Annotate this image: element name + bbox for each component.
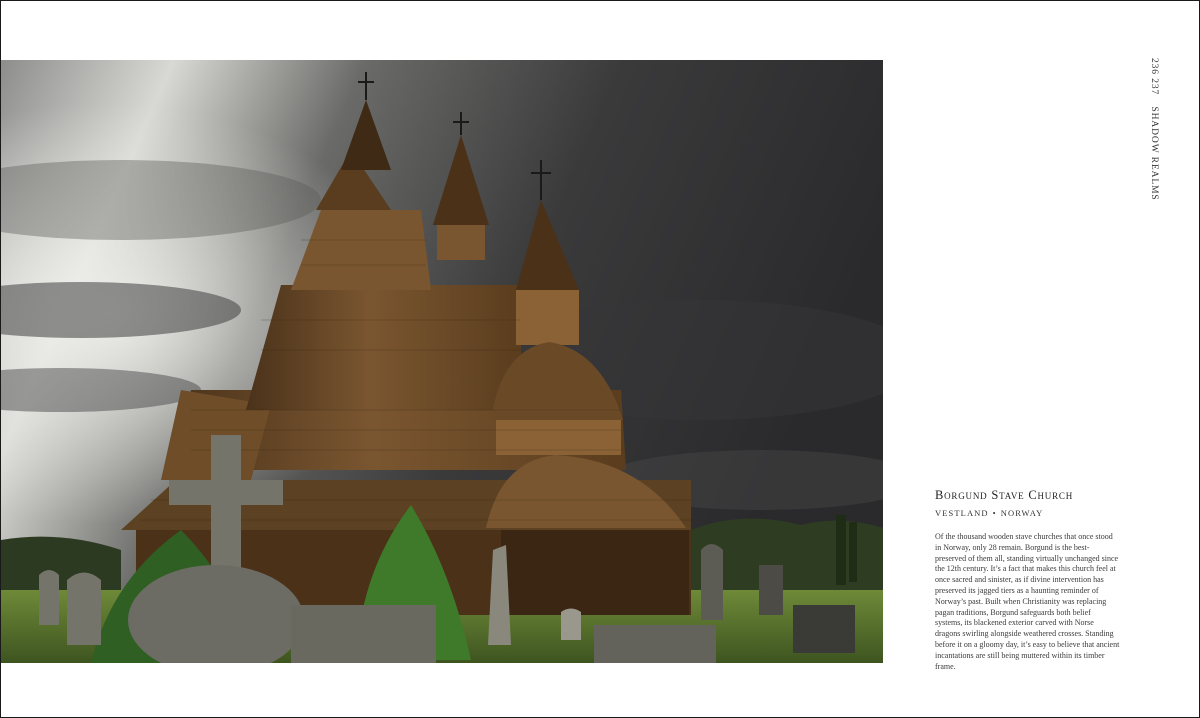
running-head: 236 237 SHADOW REALMS (1149, 58, 1159, 201)
page-numbers: 236 237 (1149, 58, 1159, 96)
location-region: VESTLAND (935, 508, 989, 518)
photo-caption: Borgund Stave Church VESTLAND • NORWAY Of … (935, 488, 1120, 672)
caption-location: VESTLAND • NORWAY (935, 508, 1120, 518)
church-photograph (1, 60, 883, 663)
location-country: NORWAY (1000, 508, 1044, 518)
section-title: SHADOW REALMS (1149, 106, 1159, 201)
location-separator: • (992, 508, 997, 518)
caption-title: Borgund Stave Church (935, 488, 1073, 502)
caption-body: Of the thousand wooden stave churches th… (935, 532, 1120, 671)
